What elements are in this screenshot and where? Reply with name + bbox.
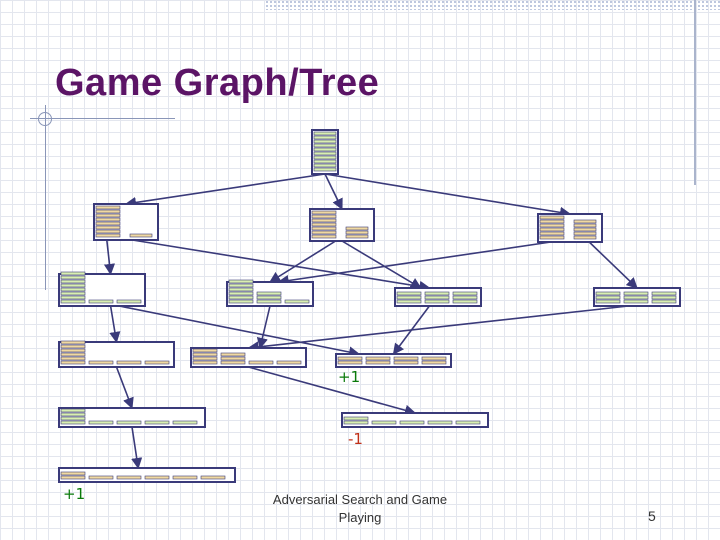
node-n1b-pile-1 [345, 226, 369, 239]
node-n2d-pile-0 [595, 291, 621, 304]
edge-root-n1b [324, 173, 343, 211]
edge-n3a-n4a [115, 366, 134, 410]
node-n2d [593, 287, 681, 307]
edge-n1a-n2c [132, 239, 431, 292]
node-n4b-pile-2 [399, 420, 425, 425]
node-n4a-pile-3 [144, 420, 170, 425]
edge-n1a-n2a [103, 239, 116, 276]
node-n2a-pile-2 [116, 299, 142, 304]
edge-n1c-n2d [588, 241, 638, 289]
node-root [311, 129, 339, 175]
node-n4a-pile-1 [88, 420, 114, 425]
node-n2b-pile-1 [256, 291, 282, 304]
node-n2b [226, 279, 314, 307]
node-n3b [190, 347, 307, 368]
node-n3a-pile-1 [88, 360, 114, 365]
node-n4a-pile-2 [116, 420, 142, 425]
node-n5a-pile-4 [172, 475, 198, 480]
edge-n2d-n3b [247, 305, 629, 353]
slide-footer: Adversarial Search and Game Playing [272, 492, 448, 525]
edge-root-n1a [124, 173, 326, 209]
edge-n2b-n3b [256, 305, 271, 350]
edge-n1c-n2b [277, 241, 551, 287]
node-n1b [309, 208, 375, 242]
page-number: 5 [648, 508, 656, 524]
node-n4b [341, 412, 489, 428]
node-n1b-pile-0 [311, 210, 337, 239]
node-n5a-pile-1 [88, 475, 114, 480]
node-n2c-pile-0 [396, 291, 422, 304]
loss-label: -1 [348, 430, 363, 448]
node-n1a [93, 203, 159, 241]
node-n3c [335, 353, 452, 368]
node-n2c-pile-2 [452, 291, 478, 304]
edge-n4a-n5a [131, 426, 143, 470]
node-n2d-pile-2 [651, 291, 677, 304]
node-n2d-pile-1 [623, 291, 649, 304]
node-n2b-pile-2 [284, 299, 310, 304]
edge-n3b-n4b [248, 366, 417, 416]
node-n2c [394, 287, 482, 307]
node-n3a-pile-2 [116, 360, 142, 365]
node-n2a [58, 271, 146, 307]
node-n5a-pile-3 [144, 475, 170, 480]
game-tree-diagram [58, 129, 681, 483]
node-n3b-pile-1 [220, 352, 246, 365]
node-n4b-pile-3 [427, 420, 453, 425]
node-n4a [58, 407, 206, 428]
node-n1c-pile-1 [573, 219, 597, 240]
node-n5a-pile-2 [116, 475, 142, 480]
node-n5a-pile-5 [200, 475, 226, 480]
node-n2c-pile-1 [424, 291, 450, 304]
node-n1c [537, 213, 603, 243]
node-n2a-pile-1 [88, 299, 114, 304]
node-n4b-pile-4 [455, 420, 481, 425]
node-n3b-pile-3 [276, 360, 302, 365]
node-n1a-pile-1 [129, 233, 153, 238]
edge-n2a-n3a [109, 305, 121, 344]
win-label-mid: +1 [338, 368, 361, 386]
node-n3a [58, 340, 175, 368]
node-n5a [58, 467, 236, 483]
node-n4a-pile-4 [172, 420, 198, 425]
node-n3b-pile-2 [248, 360, 274, 365]
node-n3a-pile-3 [144, 360, 170, 365]
win-label-bottom: +1 [63, 485, 86, 503]
node-n4b-pile-1 [371, 420, 397, 425]
